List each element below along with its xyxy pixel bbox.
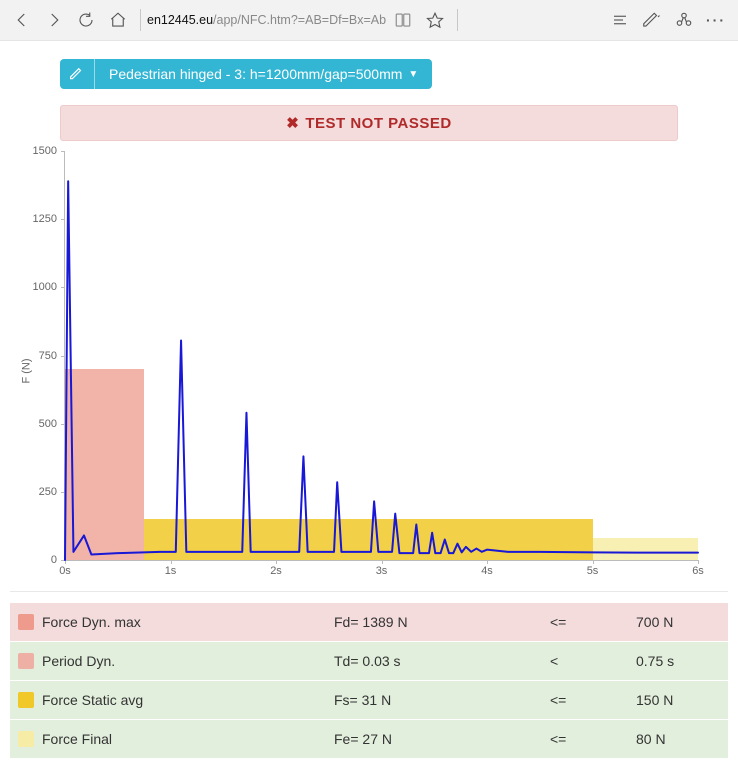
result-row: Force Dyn. max Fd= 1389 N<=700 N	[10, 603, 728, 642]
share-button[interactable]	[668, 4, 700, 36]
row-operator: <	[542, 642, 628, 681]
hub-button[interactable]	[604, 4, 636, 36]
result-row: Force Static avg Fs= 31 N<=150 N	[10, 681, 728, 720]
row-limit: 80 N	[628, 720, 728, 759]
y-tick-label: 1250	[33, 213, 57, 225]
row-name: Period Dyn.	[42, 653, 115, 669]
browser-toolbar: en12445.eu/app/NFC.htm?=AB=Df=Bx=AbBQPMQ…	[0, 0, 738, 41]
row-value: Td= 0.03 s	[326, 642, 542, 681]
x-tick	[487, 560, 488, 564]
x-tick	[382, 560, 383, 564]
x-tick	[593, 560, 594, 564]
favorite-button[interactable]	[419, 4, 451, 36]
fail-icon: ✖	[286, 115, 299, 132]
force-trace	[65, 151, 698, 560]
forward-button[interactable]	[38, 4, 70, 36]
row-limit: 150 N	[628, 681, 728, 720]
toolbar-separator	[457, 9, 458, 31]
result-banner: ✖ TEST NOT PASSED	[60, 105, 678, 141]
result-row: Force Final Fe= 27 N<=80 N	[10, 720, 728, 759]
row-swatch	[18, 731, 34, 747]
row-name: Force Static avg	[42, 692, 143, 708]
row-swatch	[18, 653, 34, 669]
y-tick-label: 1500	[33, 145, 57, 157]
x-tick-label: 6s	[692, 565, 704, 577]
url-path: /app/NFC.htm?=AB=Df=Bx=AbBQPMQC	[213, 13, 387, 27]
x-tick-label: 3s	[376, 565, 388, 577]
force-chart: F (N) 02505007501000125015000s1s2s3s4s5s…	[10, 151, 728, 592]
x-tick	[698, 560, 699, 564]
result-row: Period Dyn. Td= 0.03 s<0.75 s	[10, 642, 728, 681]
row-swatch	[18, 692, 34, 708]
row-operator: <=	[542, 681, 628, 720]
x-tick-label: 1s	[165, 565, 177, 577]
y-tick-label: 0	[51, 554, 57, 566]
row-operator: <=	[542, 720, 628, 759]
x-tick	[171, 560, 172, 564]
row-operator: <=	[542, 603, 628, 642]
y-tick-label: 750	[39, 350, 57, 362]
x-tick-label: 4s	[481, 565, 493, 577]
x-tick-label: 0s	[59, 565, 71, 577]
y-tick-label: 1000	[33, 281, 57, 293]
row-value: Fd= 1389 N	[326, 603, 542, 642]
test-selector[interactable]: Pedestrian hinged - 3: h=1200mm/gap=500m…	[60, 59, 432, 89]
test-selector-label: Pedestrian hinged - 3: h=1200mm/gap=500m…	[109, 66, 402, 82]
row-limit: 0.75 s	[628, 642, 728, 681]
reader-icon[interactable]	[387, 4, 419, 36]
row-name: Force Dyn. max	[42, 614, 141, 630]
row-value: Fs= 31 N	[326, 681, 542, 720]
x-tick-label: 2s	[270, 565, 282, 577]
row-limit: 700 N	[628, 603, 728, 642]
page-content: Pedestrian hinged - 3: h=1200mm/gap=500m…	[0, 41, 738, 768]
row-name: Force Final	[42, 731, 112, 747]
edit-icon[interactable]	[60, 59, 95, 89]
back-button[interactable]	[6, 4, 38, 36]
address-bar[interactable]: en12445.eu/app/NFC.htm?=AB=Df=Bx=AbBQPMQ…	[147, 8, 387, 32]
row-swatch	[18, 614, 34, 630]
x-tick	[276, 560, 277, 564]
chart-ylabel: F (N)	[21, 358, 33, 383]
refresh-button[interactable]	[70, 4, 102, 36]
x-tick-label: 5s	[587, 565, 599, 577]
home-button[interactable]	[102, 4, 134, 36]
more-button[interactable]: ···	[700, 4, 732, 36]
result-banner-text: TEST NOT PASSED	[305, 115, 451, 132]
row-value: Fe= 27 N	[326, 720, 542, 759]
results-table: Force Dyn. maxFd= 1389 N<=700 NPeriod Dy…	[10, 602, 728, 758]
url-host: en12445.eu	[147, 13, 213, 27]
y-tick-label: 250	[39, 486, 57, 498]
toolbar-separator	[140, 9, 141, 31]
notes-button[interactable]	[636, 4, 668, 36]
y-tick-label: 500	[39, 418, 57, 430]
chevron-down-icon: ▼	[408, 69, 418, 80]
